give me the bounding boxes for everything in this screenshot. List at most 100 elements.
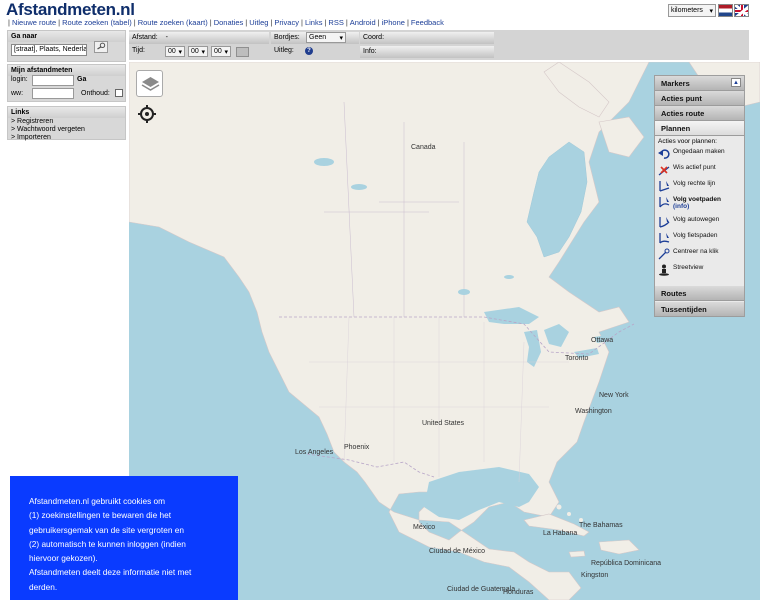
- remember-checkbox[interactable]: [115, 89, 123, 97]
- action-delete-point[interactable]: Wis actief punt: [658, 164, 741, 180]
- nav-feedback[interactable]: Feedback: [411, 18, 444, 27]
- tab-plannen-label: Plannen: [661, 124, 691, 133]
- action-streetview[interactable]: Streetview: [658, 264, 741, 280]
- action-footpaths-label: Volg voetpaden: [673, 196, 721, 203]
- site-logo[interactable]: Afstandmeten.nl: [6, 0, 135, 20]
- info-label: Info:: [363, 48, 377, 55]
- time-minutes-select[interactable]: 00 ▾: [188, 46, 208, 57]
- tab-routes[interactable]: Routes: [655, 286, 744, 301]
- map-label-canada: Canada: [411, 144, 436, 151]
- nav-route-map[interactable]: Route zoeken (kaart): [138, 18, 208, 27]
- footpaths-info-link[interactable]: (info): [673, 203, 689, 210]
- map-label-dominicana: República Dominicana: [591, 560, 662, 567]
- goto-search-input[interactable]: [straat], Plaats, Nederland: [11, 44, 87, 56]
- link-import[interactable]: > Importeren: [8, 134, 125, 142]
- tab-acties-punt[interactable]: Acties punt: [655, 91, 744, 106]
- collapse-icon[interactable]: ▲: [731, 78, 741, 87]
- map-label-ottawa: Ottawa: [591, 337, 614, 344]
- signs-select[interactable]: Geen ▾: [306, 32, 346, 43]
- tab-routes-label: Routes: [661, 289, 687, 298]
- action-streetview-label: Streetview: [673, 264, 704, 271]
- map-label-mexico: México: [413, 524, 436, 531]
- app-root: { "header": { "logo": "Afstandmeten.nl",…: [0, 0, 760, 600]
- links-title: Links: [8, 107, 125, 118]
- locate-button[interactable]: [137, 104, 157, 124]
- layers-button[interactable]: [136, 70, 163, 97]
- chevron-down-icon: ▾: [339, 34, 343, 42]
- action-straight-line[interactable]: Volg rechte lijn: [658, 180, 741, 196]
- plannen-body: Acties voor plannen: Ongedaan maken Wis …: [655, 136, 744, 282]
- nav-rss[interactable]: RSS: [328, 18, 343, 27]
- bike-path-icon: [659, 233, 670, 244]
- tab-plannen[interactable]: Plannen: [655, 121, 744, 136]
- help-icon[interactable]: ?: [305, 47, 313, 55]
- links-box: Links > Registreren > Wachtwoord vergete…: [7, 106, 126, 142]
- coord-label: Coord:: [363, 34, 385, 41]
- map-label-washington: Washington: [575, 408, 612, 415]
- info-field: Info:: [360, 46, 494, 58]
- nav-new-route[interactable]: Nieuwe route: [12, 18, 56, 27]
- route-info-bar: Afstand: - Tijd: 00 ▾ 00 ▾ 00 ▾ Bordjes: Ge…: [129, 30, 749, 60]
- action-undo[interactable]: Ongedaan maken: [658, 148, 741, 164]
- map-label-kingston: Kingston: [581, 572, 609, 579]
- nav-route-table[interactable]: Route zoeken (tabel): [62, 18, 132, 27]
- action-footpaths[interactable]: Volg voetpaden (info): [658, 196, 741, 216]
- chevron-down-icon: ▾: [709, 7, 713, 15]
- tab-acties-punt-label: Acties punt: [661, 94, 702, 103]
- action-delete-point-label: Wis actief punt: [673, 164, 716, 171]
- map-label-united-states: United States: [422, 420, 465, 427]
- layers-icon: [141, 77, 160, 91]
- highway-icon: [659, 217, 670, 228]
- cookie-line: gebruikersgemak van de site vergroten en: [29, 524, 184, 535]
- coord-field: Coord:: [360, 32, 494, 44]
- cookie-line: (2) automatisch te kunnen inloggen (indi…: [29, 538, 186, 549]
- nav-links[interactable]: Links: [305, 18, 323, 27]
- action-bike-paths[interactable]: Volg fietspaden: [658, 232, 741, 248]
- nav-iphone[interactable]: iPhone: [382, 18, 405, 27]
- dutch-flag-icon[interactable]: [718, 4, 733, 17]
- chevron-down-icon: ▾: [224, 48, 228, 56]
- password-input[interactable]: [32, 88, 74, 99]
- link-forgot-password[interactable]: > Wachtwoord vergeten: [8, 126, 125, 134]
- nav-privacy[interactable]: Privacy: [274, 18, 299, 27]
- map-label-new-york: New York: [599, 392, 629, 399]
- map-label-mexico-city: Ciudad de México: [429, 548, 486, 555]
- map-label-toronto: Toronto: [565, 355, 589, 362]
- chevron-down-icon: ▾: [178, 48, 182, 56]
- action-center-on-click[interactable]: Centreer na klik: [658, 248, 741, 264]
- remember-label: Onthoud:: [81, 90, 110, 97]
- cookie-line: Afstandmeten deelt deze informatie niet …: [29, 567, 192, 578]
- time-hours-select[interactable]: 00 ▾: [165, 46, 185, 57]
- tab-markers-label: Markers: [661, 79, 690, 88]
- map-label-havana: La Habana: [543, 530, 578, 537]
- map-label-guatemala: Ciudad de Guatemala: [447, 586, 516, 593]
- link-register[interactable]: > Registreren: [8, 118, 125, 126]
- distance-field: Afstand: -: [129, 32, 269, 44]
- tab-markers[interactable]: Markers ▲: [655, 76, 744, 91]
- login-label: login:: [11, 76, 28, 83]
- goto-box: Ga naar [straat], Plaats, Nederland: [7, 30, 126, 62]
- login-input[interactable]: [32, 75, 74, 86]
- units-selected-value: kilometers: [671, 7, 703, 14]
- tab-tussentijden[interactable]: Tussentijden: [655, 302, 744, 317]
- time-minutes-value: 00: [191, 48, 199, 55]
- main-navigation: | Nieuwe route | Route zoeken (tabel) | Route…: [8, 18, 444, 27]
- nav-android[interactable]: Android: [350, 18, 376, 27]
- signs-value: Geen: [309, 34, 327, 41]
- time-apply-button[interactable]: [236, 47, 249, 57]
- account-box: Mijn afstandmeten login: Ga ww: Onthoud:: [7, 64, 126, 102]
- login-button[interactable]: Ga: [77, 76, 86, 83]
- nav-donations[interactable]: Donaties: [214, 18, 244, 27]
- password-label: ww:: [11, 90, 24, 97]
- english-flag-icon[interactable]: [734, 4, 749, 17]
- signs-label: Bordjes:: [274, 34, 300, 41]
- time-seconds-select[interactable]: 00 ▾: [211, 46, 231, 57]
- map-label-phoenix: Phoenix: [344, 444, 370, 451]
- tab-acties-route[interactable]: Acties route: [655, 106, 744, 121]
- action-undo-label: Ongedaan maken: [673, 148, 725, 155]
- distance-label: Afstand:: [132, 34, 158, 41]
- nav-help[interactable]: Uitleg: [249, 18, 268, 27]
- units-select[interactable]: kilometers ▾: [668, 4, 716, 17]
- action-highways[interactable]: Volg autowegen: [658, 216, 741, 232]
- goto-search-button[interactable]: [94, 41, 108, 53]
